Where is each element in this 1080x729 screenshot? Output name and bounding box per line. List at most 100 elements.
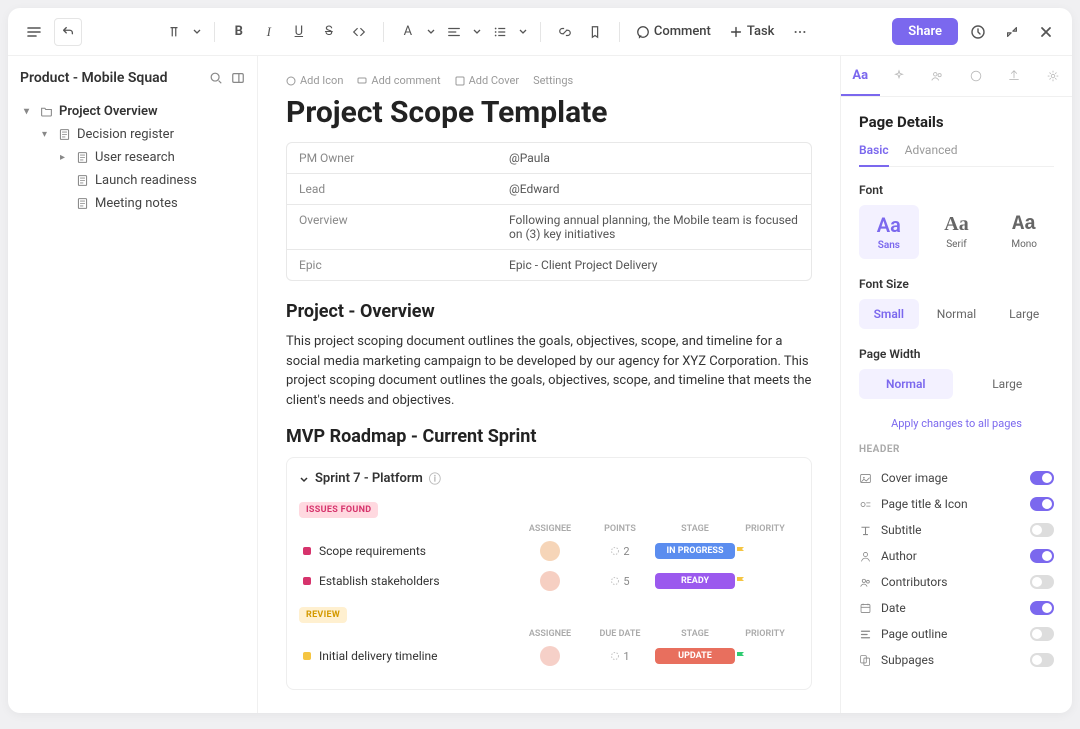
toggle-switch[interactable]: [1030, 497, 1054, 511]
body-text[interactable]: This project scoping document outlines t…: [286, 332, 812, 410]
group-label[interactable]: ISSUES FOUND: [299, 502, 378, 518]
task-row[interactable]: Initial delivery timeline1UPDATE: [299, 641, 799, 671]
info-row[interactable]: Lead@Edward: [287, 174, 811, 205]
section-heading: Project - Overview: [286, 301, 812, 322]
link-icon[interactable]: [551, 18, 579, 46]
avatar[interactable]: [540, 571, 560, 591]
column-header: PRIORITY: [735, 524, 795, 534]
add-icon-button[interactable]: Add Icon: [286, 74, 343, 87]
chevron-down-icon[interactable]: [470, 18, 484, 46]
comment-button[interactable]: Comment: [630, 20, 717, 43]
tab-settings[interactable]: [1034, 56, 1073, 96]
strikethrough-icon[interactable]: S: [315, 18, 343, 46]
task-label: Task: [747, 24, 775, 39]
paragraph-style-icon[interactable]: [160, 18, 188, 46]
task-row[interactable]: Establish stakeholders5READY: [299, 566, 799, 596]
task-name: Establish stakeholders: [319, 574, 440, 588]
toggle-switch[interactable]: [1030, 601, 1054, 615]
task-button[interactable]: Task: [723, 20, 781, 43]
code-icon[interactable]: [345, 18, 373, 46]
sidebar-item[interactable]: ▾Decision register: [20, 123, 245, 146]
add-comment-button[interactable]: Add comment: [357, 74, 440, 87]
comment-label: Comment: [654, 24, 711, 39]
align-icon[interactable]: [440, 18, 468, 46]
document-icon: [76, 151, 89, 164]
chevron-down-icon[interactable]: [299, 474, 309, 484]
avatar[interactable]: [540, 646, 560, 666]
sidebar-item[interactable]: ▸User research: [20, 146, 245, 169]
task-row[interactable]: Scope requirements2IN PROGRESS: [299, 536, 799, 566]
toggle-switch[interactable]: [1030, 523, 1054, 537]
collapse-icon[interactable]: [998, 18, 1026, 46]
info-row[interactable]: PM Owner@Paula: [287, 143, 811, 174]
toggle-switch[interactable]: [1030, 471, 1054, 485]
column-header: DUE DATE: [585, 629, 655, 639]
search-icon[interactable]: [209, 71, 223, 85]
text-color-icon[interactable]: A: [394, 18, 422, 46]
toggle-label: Subpages: [881, 653, 934, 667]
tab-people[interactable]: [918, 56, 957, 96]
tab-chat[interactable]: [957, 56, 996, 96]
chevron-down-icon[interactable]: [424, 18, 438, 46]
chevron-down-icon[interactable]: [516, 18, 530, 46]
font-option[interactable]: AaMono: [994, 205, 1054, 259]
title-icon: [859, 498, 873, 511]
toggle-switch[interactable]: [1030, 627, 1054, 641]
sidebar-item[interactable]: Meeting notes: [20, 192, 245, 215]
width-option[interactable]: Normal: [859, 369, 953, 399]
page-title[interactable]: Project Scope Template: [286, 95, 812, 130]
page-settings-button[interactable]: Settings: [533, 74, 573, 87]
panel-icon[interactable]: [231, 71, 245, 85]
chevron-down-icon[interactable]: [190, 18, 204, 46]
group-label[interactable]: REVIEW: [299, 607, 347, 623]
bold-icon[interactable]: B: [225, 18, 253, 46]
subtab-basic[interactable]: Basic: [859, 143, 889, 167]
toggle-row: Page outline: [859, 621, 1054, 647]
toggle-switch[interactable]: [1030, 549, 1054, 563]
priority-flag-icon[interactable]: [735, 650, 795, 662]
stage-pill[interactable]: READY: [655, 573, 735, 589]
more-icon[interactable]: [786, 18, 814, 46]
info-key: Lead: [287, 174, 497, 204]
info-row[interactable]: OverviewFollowing annual planning, the M…: [287, 205, 811, 250]
add-cover-button[interactable]: Add Cover: [455, 74, 519, 87]
font-option[interactable]: AaSerif: [927, 205, 987, 259]
column-header: ASSIGNEE: [515, 629, 585, 639]
tab-ai[interactable]: [880, 56, 919, 96]
bookmark-icon[interactable]: [581, 18, 609, 46]
right-panel: Aa Page Details Basic Advanced Font AaSa…: [840, 56, 1072, 713]
status-dot: [303, 577, 311, 585]
font-option[interactable]: AaSans: [859, 205, 919, 259]
stage-pill[interactable]: UPDATE: [655, 648, 735, 664]
history-icon[interactable]: [964, 18, 992, 46]
tab-export[interactable]: [995, 56, 1034, 96]
width-label: Page Width: [859, 347, 1054, 361]
main-content: Add Icon Add comment Add Cover Settings …: [258, 56, 840, 713]
info-val: Following annual planning, the Mobile te…: [497, 205, 811, 249]
undo-icon[interactable]: [54, 18, 82, 46]
avatar[interactable]: [540, 541, 560, 561]
list-icon[interactable]: [486, 18, 514, 46]
priority-flag-icon[interactable]: [735, 545, 795, 557]
stage-pill[interactable]: IN PROGRESS: [655, 543, 735, 559]
toggle-switch[interactable]: [1030, 653, 1054, 667]
size-option[interactable]: Small: [859, 299, 919, 329]
apply-all-link[interactable]: Apply changes to all pages: [859, 417, 1054, 430]
sidebar-item[interactable]: Launch readiness: [20, 169, 245, 192]
subtab-advanced[interactable]: Advanced: [905, 143, 958, 166]
menu-icon[interactable]: [20, 18, 48, 46]
priority-flag-icon[interactable]: [735, 575, 795, 587]
size-option[interactable]: Normal: [927, 299, 987, 329]
toggle-switch[interactable]: [1030, 575, 1054, 589]
info-row[interactable]: EpicEpic - Client Project Delivery: [287, 250, 811, 280]
share-button[interactable]: Share: [892, 18, 958, 45]
info-icon[interactable]: ⓘ: [429, 470, 441, 487]
sidebar-item[interactable]: ▾Project Overview: [20, 100, 245, 123]
underline-icon[interactable]: U: [285, 18, 313, 46]
width-option[interactable]: Large: [961, 369, 1055, 399]
folder-icon: [40, 105, 53, 118]
close-icon[interactable]: [1032, 18, 1060, 46]
tab-typography[interactable]: Aa: [841, 56, 880, 96]
size-option[interactable]: Large: [994, 299, 1054, 329]
italic-icon[interactable]: I: [255, 18, 283, 46]
